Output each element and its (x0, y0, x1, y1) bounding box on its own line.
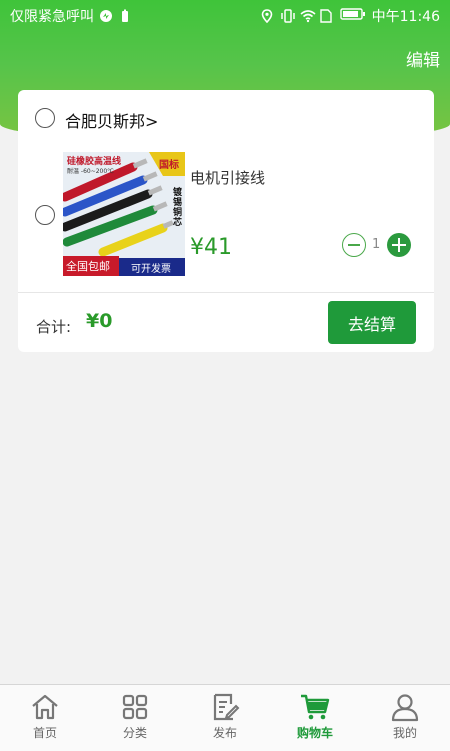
shop-select-radio[interactable] (35, 108, 55, 128)
data-saver-icon (99, 9, 113, 23)
item-select-radio[interactable] (35, 205, 55, 225)
tab-profile[interactable]: 我的 (360, 685, 450, 751)
edit-icon (213, 693, 240, 721)
tab-home[interactable]: 首页 (0, 685, 90, 751)
total-value: ¥0 (86, 310, 113, 332)
clock-text: 中午11:46 (371, 9, 440, 25)
bottom-tab-bar: 首页 分类 发布 购物车 我的 (0, 684, 450, 751)
tab-publish[interactable]: 发布 (180, 685, 270, 751)
quantity-decrease-button[interactable] (342, 233, 366, 257)
product-price: ¥41 (190, 235, 232, 260)
image-caption-side: 镀锡铜芯 (173, 188, 183, 228)
shop-name[interactable]: 合肥贝斯邦> (65, 108, 158, 132)
checkout-button[interactable]: 去结算 (328, 301, 416, 344)
tab-cart-label: 购物车 (296, 726, 333, 740)
cart-icon (301, 694, 330, 720)
product-image[interactable]: 硅橡胶高温线 耐温 -60~200℃ 国标 镀锡铜芯 全国包邮 可开发票 (63, 152, 185, 276)
tab-publish-label: 发布 (212, 726, 237, 740)
tab-category[interactable]: 分类 (90, 685, 180, 751)
edit-button[interactable]: 编辑 (406, 46, 440, 71)
divider (18, 292, 434, 293)
total-label: 合计: (36, 318, 72, 336)
image-caption-bottom-left: 全国包邮 (66, 260, 110, 273)
status-bar: 仅限紧急呼叫 中午11:46 (0, 0, 450, 32)
cart-card: 合肥贝斯邦> 硅橡胶高温线 耐温 -60~200℃ 国标 镀锡铜芯 全国包邮 可… (18, 90, 434, 352)
tab-home-label: 首页 (32, 726, 57, 740)
grid-icon (122, 694, 148, 720)
carrier-text: 仅限紧急呼叫 (10, 9, 94, 25)
image-caption-bottom-right: 可开发票 (131, 264, 171, 275)
location-icon (260, 9, 274, 24)
quantity-value: 1 (372, 237, 381, 252)
image-badge: 国标 (159, 160, 179, 171)
sim-icon (319, 9, 334, 23)
product-title[interactable]: 电机引接线 (190, 167, 265, 188)
vibrate-icon (280, 9, 295, 23)
image-caption-temp: 耐温 -60~200℃ (67, 168, 114, 175)
battery-icon (339, 7, 366, 25)
home-icon (32, 694, 58, 720)
quantity-increase-button[interactable] (387, 233, 411, 257)
wifi-icon (300, 9, 316, 23)
tab-cart[interactable]: 购物车 (270, 685, 360, 751)
tab-profile-label: 我的 (392, 726, 417, 740)
tab-category-label: 分类 (122, 726, 147, 740)
battery-alert-icon (118, 9, 132, 23)
user-icon (391, 694, 419, 722)
